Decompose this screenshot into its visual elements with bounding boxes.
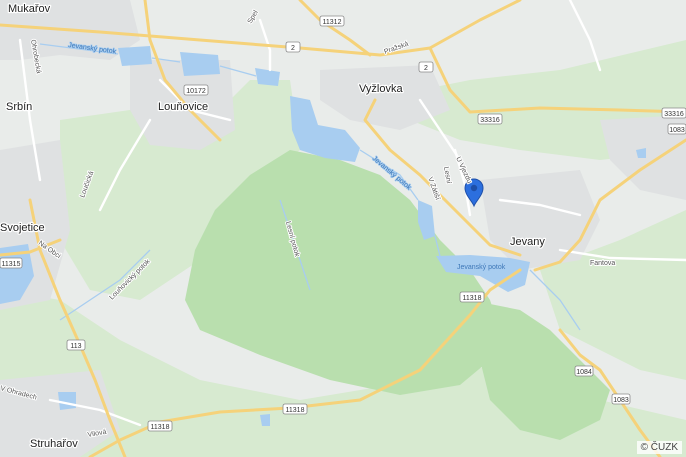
shield-11318-a: 11318 (459, 291, 485, 303)
town-label-svojetice: Svojetice (0, 222, 45, 234)
town-label-struharov: Struhařov (30, 438, 78, 450)
lake-lounovice (180, 52, 220, 76)
svg-text:1083: 1083 (669, 127, 685, 134)
town-label-srbin: Srbín (6, 101, 32, 113)
shield-113: 113 (66, 339, 86, 351)
street-label-fantova: Fantova (590, 260, 615, 267)
shield-33316-b: 33316 (661, 107, 686, 119)
svg-text:33316: 33316 (480, 117, 500, 124)
water-label-jevansky-3: Jevanský potok (457, 264, 506, 271)
shield-10172: 10172 (183, 84, 209, 96)
town-label-vyzlovka: Vyžlovka (359, 83, 403, 95)
shield-1084: 1084 (574, 365, 594, 377)
shield-11318-c: 11318 (147, 420, 173, 432)
lake-mukarov (118, 46, 152, 66)
svg-text:11318: 11318 (463, 295, 482, 302)
town-label-mukarov: Mukařov (8, 3, 51, 15)
svg-text:1083: 1083 (613, 397, 629, 404)
svg-text:10172: 10172 (186, 88, 206, 95)
svg-text:11315: 11315 (2, 261, 21, 268)
svg-text:11312: 11312 (323, 19, 342, 26)
shield-2-a: 2 (285, 41, 301, 53)
shield-11318-b: 11318 (282, 403, 308, 415)
svg-text:2: 2 (291, 45, 295, 52)
svg-text:11318: 11318 (286, 407, 305, 414)
shield-2-b: 2 (418, 61, 434, 73)
svg-text:1084: 1084 (576, 369, 592, 376)
town-label-jevany: Jevany (510, 236, 545, 248)
shield-1083-b: 1083 (611, 393, 631, 405)
svg-text:33316: 33316 (664, 111, 684, 118)
svg-text:2: 2 (424, 65, 428, 72)
map-view[interactable]: Mukařov Srbín Louňovice Vyžlovka Svojeti… (0, 0, 686, 457)
svg-text:11318: 11318 (151, 424, 170, 431)
shield-33316-a: 33316 (477, 113, 503, 125)
town-label-lounovice: Louňovice (158, 101, 208, 113)
shield-11312: 11312 (319, 15, 345, 27)
map-attribution[interactable]: © ČUZK (636, 441, 682, 454)
shield-11315: 11315 (0, 257, 23, 269)
map-canvas[interactable]: Mukařov Srbín Louňovice Vyžlovka Svojeti… (0, 0, 686, 457)
svg-text:113: 113 (70, 343, 81, 350)
shield-1083-a: 1083 (667, 123, 686, 135)
